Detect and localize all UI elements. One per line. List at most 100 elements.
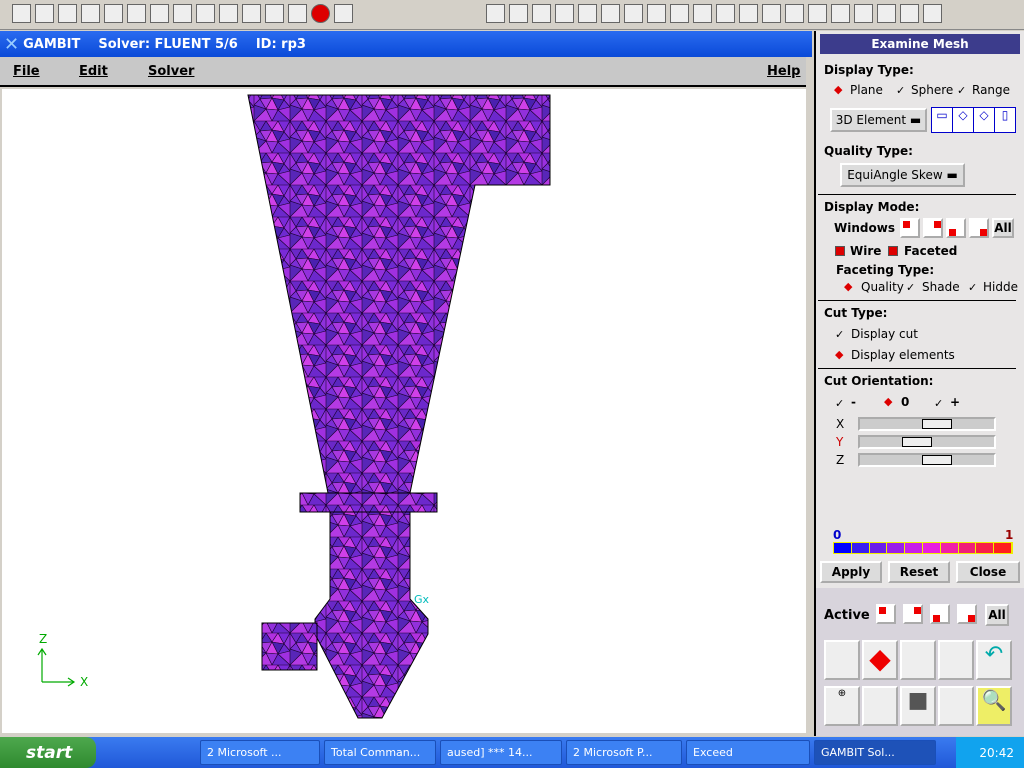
- quick-launch-icon[interactable]: [509, 4, 528, 23]
- task-paused[interactable]: aused] *** 14...: [440, 740, 562, 765]
- menu-solver[interactable]: Solver: [148, 64, 194, 79]
- toolbar-icon[interactable]: [81, 4, 100, 23]
- y-slider-thumb[interactable]: [901, 437, 932, 447]
- faceted-checkbox[interactable]: [888, 246, 898, 256]
- toolbar-icon[interactable]: [311, 4, 330, 23]
- examine-mesh-icon[interactable]: 🔍: [976, 686, 1012, 726]
- radio-quality[interactable]: ◆: [844, 281, 855, 292]
- quick-launch-icon[interactable]: [624, 4, 643, 23]
- window-3-button[interactable]: [946, 218, 966, 238]
- task-exceed[interactable]: Exceed: [686, 740, 810, 765]
- window-1-button[interactable]: [900, 218, 920, 238]
- windows-all-button[interactable]: All: [992, 218, 1014, 238]
- quick-launch-icon[interactable]: [808, 4, 827, 23]
- color-mode-icon[interactable]: [938, 686, 974, 726]
- active-all-button[interactable]: All: [985, 604, 1009, 626]
- wedge-icon[interactable]: ▯: [995, 108, 1015, 132]
- select-quadrant-icon[interactable]: [900, 640, 936, 680]
- windows-label: Windows: [834, 221, 895, 235]
- reset-button[interactable]: Reset: [888, 561, 950, 583]
- quick-launch-icon[interactable]: [578, 4, 597, 23]
- quick-launch-icon[interactable]: [877, 4, 896, 23]
- radio-sphere[interactable]: ✓: [896, 85, 907, 96]
- toolbar-icon[interactable]: [242, 4, 261, 23]
- radio-display-elements[interactable]: ◆: [835, 349, 846, 360]
- quick-launch-icon[interactable]: [716, 4, 735, 23]
- toolbar-icon[interactable]: [150, 4, 169, 23]
- element-type-dropdown[interactable]: 3D Element ▬: [830, 108, 927, 132]
- radio-range[interactable]: ✓: [957, 85, 968, 96]
- apply-button[interactable]: Apply: [820, 561, 882, 583]
- wire-checkbox[interactable]: [835, 246, 845, 256]
- toolbar-icon[interactable]: [288, 4, 307, 23]
- menu-file[interactable]: File: [13, 64, 40, 79]
- toolbar-icon[interactable]: [265, 4, 284, 23]
- quick-launch-icon[interactable]: [785, 4, 804, 23]
- viewport-scrollbar[interactable]: [806, 57, 814, 737]
- radio-plus[interactable]: ✓: [934, 398, 945, 409]
- quick-launch-icon[interactable]: [854, 4, 873, 23]
- display-attributes-icon[interactable]: [862, 686, 898, 726]
- graphics-viewport[interactable]: Gx Z X: [2, 89, 806, 733]
- quick-launch-icon[interactable]: [762, 4, 781, 23]
- menu-edit[interactable]: Edit: [79, 64, 108, 79]
- axes-icon[interactable]: ⊕: [824, 686, 860, 726]
- toolbar-icon[interactable]: [104, 4, 123, 23]
- z-slider-thumb[interactable]: [922, 455, 953, 465]
- start-button[interactable]: start: [0, 737, 96, 768]
- active-window-3[interactable]: [930, 604, 950, 624]
- pyramid-icon[interactable]: ◇: [974, 108, 995, 132]
- toolbar-icon[interactable]: [173, 4, 192, 23]
- toolbar-icon[interactable]: [196, 4, 215, 23]
- toolbar-icon[interactable]: [127, 4, 146, 23]
- quick-launch-icon[interactable]: [532, 4, 551, 23]
- x-slider-thumb[interactable]: [922, 419, 953, 429]
- z-slider[interactable]: [858, 453, 996, 467]
- task-powerpoint[interactable]: 2 Microsoft P...: [566, 740, 682, 765]
- radio-hidden[interactable]: ✓: [968, 282, 979, 293]
- toolbar-icon[interactable]: [219, 4, 238, 23]
- window-4-button[interactable]: [969, 218, 989, 238]
- menu-help[interactable]: Help: [767, 64, 800, 79]
- task-total-commander[interactable]: Total Comman...: [324, 740, 436, 765]
- undo-icon[interactable]: ↶: [976, 640, 1012, 680]
- quick-launch-icon[interactable]: [647, 4, 666, 23]
- active-window-1[interactable]: [876, 604, 896, 624]
- quality-type-dropdown[interactable]: EquiAngle Skew ▬: [840, 163, 965, 187]
- quick-launch-icon[interactable]: [923, 4, 942, 23]
- radio-plane[interactable]: ◆: [834, 84, 845, 95]
- toolbar-icon[interactable]: [58, 4, 77, 23]
- close-button[interactable]: Close: [956, 561, 1020, 583]
- cyclone-column: [314, 511, 429, 719]
- quick-launch-icon[interactable]: [555, 4, 574, 23]
- active-window-4[interactable]: [957, 604, 977, 624]
- toolbar-icon[interactable]: [35, 4, 54, 23]
- y-slider[interactable]: [858, 435, 996, 449]
- x-slider[interactable]: [858, 417, 996, 431]
- menu-bar: File Edit Solver Help: [0, 57, 806, 87]
- quick-launch-icon[interactable]: [739, 4, 758, 23]
- quick-launch-icon[interactable]: [693, 4, 712, 23]
- quick-launch-icon[interactable]: [900, 4, 919, 23]
- hex-icon[interactable]: ▭: [932, 108, 953, 132]
- task-word[interactable]: 2 Microsoft ...: [200, 740, 320, 765]
- cyclone-body: [247, 94, 551, 494]
- quick-launch-icon[interactable]: [601, 4, 620, 23]
- active-window-2[interactable]: [903, 604, 923, 624]
- quick-launch-icon[interactable]: [831, 4, 850, 23]
- lights-icon[interactable]: [938, 640, 974, 680]
- radio-shade[interactable]: ✓: [906, 282, 917, 293]
- quick-launch-icon[interactable]: [670, 4, 689, 23]
- tet-icon[interactable]: ◇: [953, 108, 974, 132]
- task-gambit[interactable]: GAMBIT Sol...: [814, 740, 936, 765]
- render-model-icon[interactable]: ■: [900, 686, 936, 726]
- radio-minus[interactable]: ✓: [835, 398, 846, 409]
- fit-to-window-icon[interactable]: ◆: [862, 640, 898, 680]
- radio-display-cut[interactable]: ✓: [835, 329, 846, 340]
- radio-zero[interactable]: ◆: [884, 396, 895, 407]
- toolbar-icon[interactable]: [334, 4, 353, 23]
- orient-model-icon[interactable]: [824, 640, 860, 680]
- window-2-button[interactable]: [923, 218, 943, 238]
- toolbar-icon[interactable]: [12, 4, 31, 23]
- quick-launch-icon[interactable]: [486, 4, 505, 23]
